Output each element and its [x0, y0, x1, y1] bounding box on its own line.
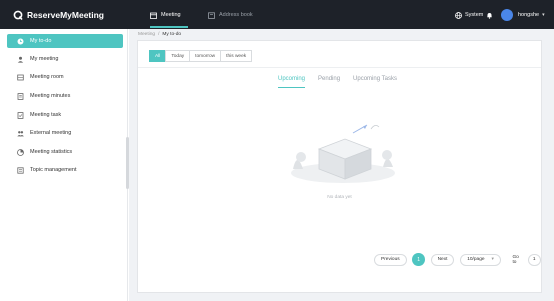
- sidebar-item-meeting-statistics[interactable]: Meeting statistics: [7, 145, 123, 159]
- globe-icon: [455, 11, 462, 19]
- filter-all-button[interactable]: All: [149, 50, 167, 62]
- nav-meeting-label: Meeting: [161, 12, 181, 18]
- clock-icon: [17, 38, 24, 45]
- username: hongshe: [518, 12, 540, 18]
- avatar: [501, 9, 513, 21]
- sidebar-item-label: Meeting task: [30, 112, 62, 118]
- nav-address-book[interactable]: Address book: [208, 8, 253, 22]
- previous-page-button[interactable]: Previous: [374, 253, 407, 266]
- page-size-value: 10/page: [467, 257, 485, 262]
- chevron-down-icon: ▾: [491, 257, 494, 262]
- sidebar-item-label: External meeting: [30, 130, 72, 136]
- goto-page-input[interactable]: 1: [527, 253, 541, 266]
- sidebar-item-label: Meeting minutes: [30, 93, 71, 99]
- chart-icon: [17, 148, 24, 156]
- sidebar-item-label: Topic management: [30, 167, 77, 173]
- tab-upcoming[interactable]: Upcoming: [278, 76, 306, 88]
- bell-icon: [487, 12, 492, 19]
- breadcrumb-root[interactable]: Meeting: [138, 32, 155, 37]
- brand-name: ReserveMyMeeting: [27, 9, 105, 20]
- todo-panel: All Today tomorrow this week Upcoming Pe…: [137, 40, 542, 293]
- sidebar-item-label: My to-do: [30, 38, 52, 44]
- current-page-number[interactable]: 1: [412, 253, 425, 266]
- goto-label: Go to: [512, 254, 519, 265]
- next-page-button[interactable]: Next: [430, 253, 455, 266]
- sidebar-item-external-meeting[interactable]: External meeting: [7, 126, 123, 140]
- system-label: System: [465, 12, 484, 18]
- date-filter-group: All Today tomorrow this week: [149, 50, 253, 62]
- todo-tabs: Upcoming Pending Upcoming Tasks: [278, 76, 410, 88]
- document-icon: [17, 92, 24, 100]
- breadcrumb: Meeting / My to-do: [138, 32, 181, 37]
- sidebar: My to-do My meeting Meeting room Meeting…: [0, 29, 128, 301]
- filter-this-week-button[interactable]: this week: [220, 50, 253, 62]
- page-size-select[interactable]: 10/page ▾: [460, 253, 501, 266]
- nav-address-book-label: Address book: [219, 12, 253, 18]
- user-icon: [17, 56, 24, 63]
- divider: [138, 67, 541, 68]
- notifications-button[interactable]: [486, 8, 493, 22]
- empty-state-text: No data yet: [327, 195, 352, 200]
- pagination: Previous 1 Next 10/page ▾ Go to 1: [374, 253, 541, 266]
- main-content: Meeting / My to-do All Today tomorrow th…: [129, 29, 554, 301]
- active-nav-indicator: [150, 26, 188, 28]
- sidebar-item-topic-management[interactable]: Topic management: [7, 163, 123, 177]
- sidebar-item-my-meeting[interactable]: My meeting: [7, 52, 123, 66]
- chevron-down-icon: ▾: [542, 12, 545, 18]
- address-book-icon: [208, 11, 215, 19]
- tab-upcoming-tasks[interactable]: Upcoming Tasks: [353, 76, 397, 88]
- sidebar-item-label: Meeting room: [30, 74, 64, 80]
- sidebar-item-meeting-task[interactable]: Meeting task: [7, 108, 123, 122]
- filter-today-button[interactable]: Today: [165, 50, 191, 62]
- nav-meeting[interactable]: Meeting: [150, 8, 181, 22]
- brand[interactable]: ReserveMyMeeting: [13, 8, 104, 21]
- tab-pending[interactable]: Pending: [318, 76, 340, 88]
- calendar-icon: [150, 12, 157, 19]
- empty-state-illustration: [291, 124, 395, 183]
- sidebar-item-meeting-room[interactable]: Meeting room: [7, 70, 123, 84]
- breadcrumb-separator: /: [158, 32, 160, 37]
- breadcrumb-current: My to-do: [162, 32, 182, 37]
- sidebar-item-meeting-minutes[interactable]: Meeting minutes: [7, 89, 123, 103]
- room-icon: [17, 74, 24, 81]
- sidebar-item-label: My meeting: [30, 56, 59, 62]
- sidebar-item-my-to-do[interactable]: My to-do: [7, 34, 123, 48]
- sidebar-item-label: Meeting statistics: [30, 149, 73, 155]
- top-navbar: ReserveMyMeeting Meeting Address book Sy…: [0, 0, 554, 29]
- task-icon: [17, 111, 24, 119]
- logo-icon: [13, 10, 23, 20]
- user-menu[interactable]: hongshe ▾: [501, 8, 545, 22]
- people-icon: [17, 130, 24, 137]
- topic-icon: [17, 166, 24, 174]
- system-menu[interactable]: System: [455, 8, 483, 22]
- filter-tomorrow-button[interactable]: tomorrow: [189, 50, 222, 62]
